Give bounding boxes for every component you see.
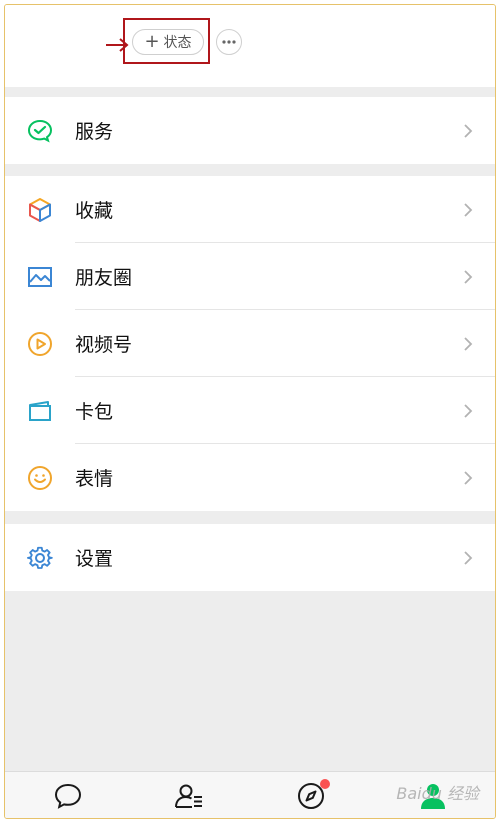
ellipsis-icon <box>222 40 236 44</box>
menu-group-settings: 设置 <box>5 524 495 591</box>
play-circle-icon <box>28 331 52 356</box>
status-button-label: 状态 <box>163 35 192 51</box>
gear-icon <box>27 546 53 569</box>
profile-header: + 状态 <box>5 5 495 87</box>
menu-item-label: 视频号 <box>75 334 133 356</box>
menu-item-label: 设置 <box>75 548 114 570</box>
cube-icon <box>29 197 51 222</box>
chat-bubble-icon[interactable] <box>52 780 84 812</box>
chevron-right-icon <box>464 269 473 284</box>
wallet-card-icon <box>29 400 51 421</box>
plus-icon: + <box>144 31 160 52</box>
menu-item-services[interactable]: 服务 <box>5 97 495 164</box>
chevron-right-icon <box>464 336 473 351</box>
menu-item-label: 服务 <box>75 121 114 143</box>
more-button[interactable] <box>216 29 242 55</box>
menu-item-stickers[interactable]: 表情 <box>5 444 495 511</box>
menu-item-settings[interactable]: 设置 <box>5 524 495 591</box>
menu-item-moments[interactable]: 朋友圈 <box>5 243 495 310</box>
wechat-pay-icon <box>27 119 53 142</box>
menu-item-label: 卡包 <box>75 401 114 423</box>
chevron-right-icon <box>464 550 473 565</box>
tab-discover[interactable] <box>295 779 330 812</box>
menu-item-favorites[interactable]: 收藏 <box>5 176 495 243</box>
menu-group-main: 收藏 朋友圈 视频号 卡包 表情 <box>5 176 495 511</box>
menu-item-label: 朋友圈 <box>75 267 133 289</box>
watermark: Baidu 经验 <box>396 784 479 803</box>
chevron-right-icon <box>464 202 473 217</box>
notification-dot <box>320 779 330 789</box>
menu-item-card-wallet[interactable]: 卡包 <box>5 377 495 444</box>
chevron-right-icon <box>464 123 473 138</box>
bottom-tab-bar: Baidu 经验 <box>5 771 495 818</box>
menu-item-channels[interactable]: 视频号 <box>5 310 495 377</box>
menu-group-services: 服务 <box>5 97 495 164</box>
contacts-icon[interactable] <box>173 780 205 812</box>
menu-item-label: 表情 <box>75 468 114 490</box>
chevron-right-icon <box>464 403 473 418</box>
smiley-icon <box>28 465 52 490</box>
chevron-right-icon <box>464 470 473 485</box>
app-frame: + 状态 服务 收藏 朋友圈 视频号 卡包 表情 设置 Baidu 经验 <box>4 4 496 819</box>
add-status-button[interactable]: + 状态 <box>132 29 204 55</box>
image-landscape-icon <box>28 266 52 287</box>
menu-item-label: 收藏 <box>75 200 114 222</box>
